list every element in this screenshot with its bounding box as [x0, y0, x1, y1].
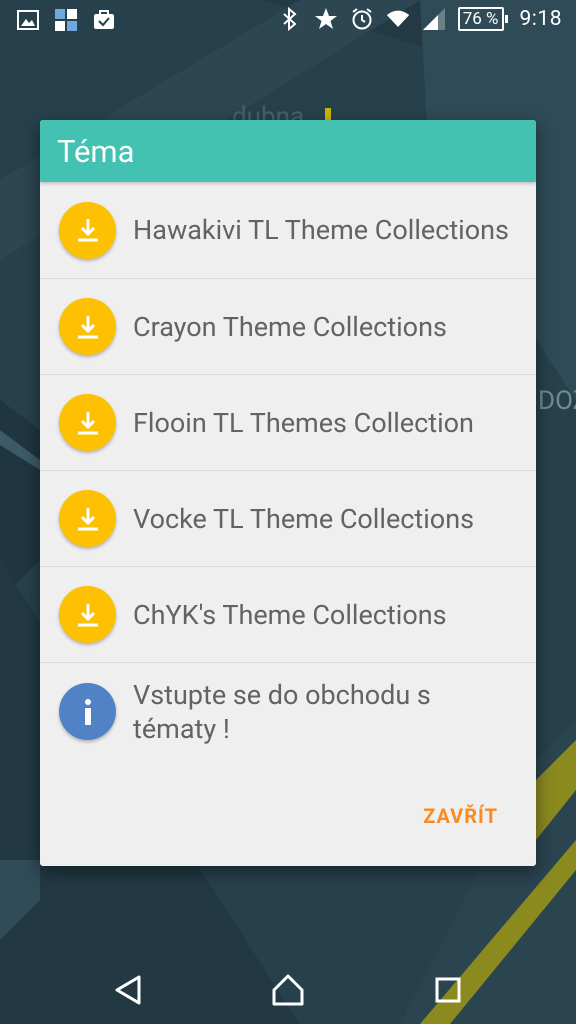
- image-icon: [16, 7, 40, 33]
- list-item-label: ChYK's Theme Collections: [133, 598, 447, 631]
- navigation-bar: [0, 952, 576, 1024]
- list-item[interactable]: ChYK's Theme Collections: [40, 567, 536, 663]
- download-icon: [59, 201, 116, 259]
- recents-icon: [435, 977, 461, 1003]
- notification-icons: [16, 7, 116, 33]
- wifi-icon: [386, 6, 410, 32]
- list-item-label: Vstupte se do obchodu s tématy !: [133, 678, 431, 745]
- list-item-label: Flooin TL Themes Collection: [133, 406, 474, 439]
- battery-tip: [504, 15, 508, 23]
- download-icon: [59, 586, 116, 643]
- home-icon: [272, 974, 304, 1006]
- bluetooth-icon: [278, 6, 302, 32]
- background-text-right: DOZ: [538, 386, 576, 416]
- close-button[interactable]: ZAVŘÍT: [423, 804, 498, 828]
- dialog-title: Téma: [40, 120, 536, 182]
- status-bar: 76 % 9:18: [0, 0, 576, 40]
- battery-indicator: 76 %: [457, 7, 508, 31]
- home-button[interactable]: [268, 970, 308, 1010]
- signal-icon: [422, 6, 446, 32]
- list-item-label: Vocke TL Theme Collections: [133, 502, 475, 535]
- download-icon: [59, 298, 116, 355]
- info-icon: [59, 683, 116, 740]
- battery-level: 76 %: [457, 7, 504, 31]
- back-icon: [115, 975, 141, 1005]
- list-item[interactable]: Hawakivi TL Theme Collections: [40, 182, 536, 279]
- list-item[interactable]: Crayon Theme Collections: [40, 279, 536, 375]
- list-item[interactable]: Vocke TL Theme Collections: [40, 471, 536, 567]
- theme-dialog: Téma Hawakivi TL Theme Collections Crayo…: [40, 120, 536, 866]
- list-item-label: Hawakivi TL Theme Collections: [133, 214, 509, 246]
- list-item[interactable]: Flooin TL Themes Collection: [40, 375, 536, 471]
- list-item-label: Crayon Theme Collections: [133, 310, 447, 343]
- list-item[interactable]: Vstupte se do obchodu s tématy !: [40, 663, 536, 760]
- theme-list: Hawakivi TL Theme Collections Crayon The…: [40, 182, 536, 760]
- download-icon: [59, 490, 116, 547]
- briefcase-check-icon: [92, 7, 116, 33]
- alarm-icon: [350, 6, 374, 32]
- back-button[interactable]: [108, 970, 148, 1010]
- system-icons: 76 % 9:18: [278, 6, 562, 32]
- recents-button[interactable]: [428, 970, 468, 1010]
- app-grid-icon: [54, 7, 78, 33]
- download-icon: [59, 394, 116, 451]
- clock: 9:18: [519, 7, 562, 31]
- star-icon: [314, 6, 338, 32]
